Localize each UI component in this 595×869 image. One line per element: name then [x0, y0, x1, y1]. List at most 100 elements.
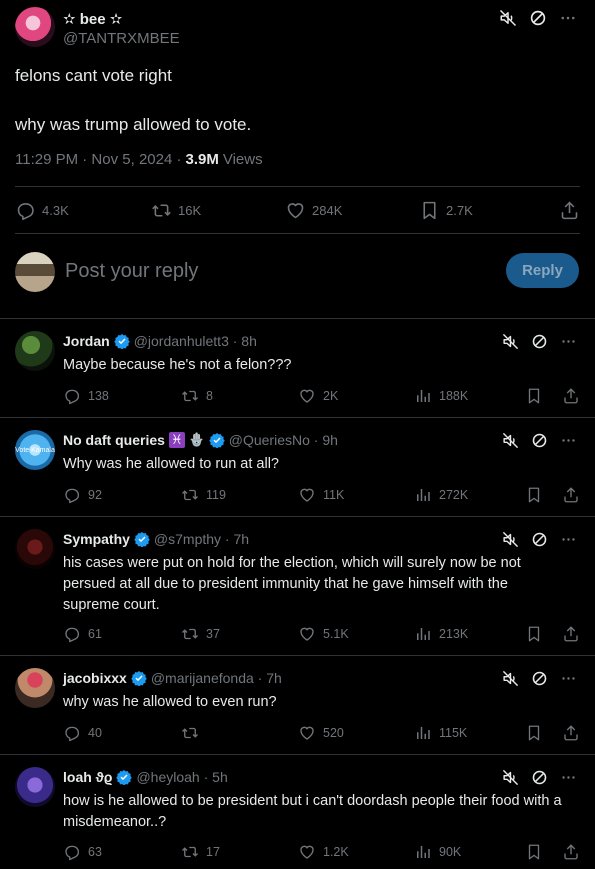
repost-icon [181, 724, 199, 742]
author-display-name[interactable]: ✫ bee ✫ [63, 10, 122, 28]
bookmark-action[interactable] [525, 724, 555, 742]
block-icon[interactable] [529, 9, 547, 27]
repost-icon [151, 200, 172, 221]
repost-action[interactable]: 16K [151, 200, 285, 221]
more-icon[interactable] [560, 670, 577, 687]
share-icon [562, 486, 580, 504]
author-handle[interactable]: @TANTRXMBEE [63, 30, 180, 47]
tweet-timestamp[interactable]: 11:29 PM · Nov 5, 2024 · [15, 151, 181, 168]
block-icon[interactable] [531, 432, 548, 449]
reply-header: No daft queries ♓ 🪬 @QueriesNo · 9h [63, 432, 338, 448]
views-icon [414, 843, 432, 861]
repost-action[interactable]: 37 [181, 625, 298, 643]
repost-action[interactable]: 119 [181, 486, 298, 504]
views-action[interactable]: 272K [414, 486, 525, 504]
like-icon [298, 724, 316, 742]
share-action[interactable] [562, 724, 580, 742]
reply-author-handle[interactable]: @marijanefonda · 7h [151, 670, 282, 686]
reply-count: 138 [88, 389, 109, 403]
repost-action[interactable]: 8 [181, 387, 298, 405]
reply-author-name[interactable]: Sympathy [63, 531, 130, 547]
block-icon[interactable] [531, 670, 548, 687]
reply-author-name[interactable]: jacobixxx [63, 670, 127, 686]
like-action[interactable]: 284K [285, 200, 419, 221]
my-avatar[interactable] [15, 252, 55, 292]
views-count: 115K [439, 726, 468, 740]
bookmark-icon [525, 724, 543, 742]
like-action[interactable]: 5.1K [298, 625, 414, 643]
like-action[interactable]: 2K [298, 387, 414, 405]
avatar[interactable] [15, 767, 55, 807]
avatar[interactable] [15, 668, 55, 708]
bookmark-action[interactable] [525, 843, 555, 861]
bookmark-icon [525, 387, 543, 405]
mute-icon[interactable] [499, 9, 517, 27]
share-action[interactable] [562, 843, 580, 861]
reply-button[interactable]: Reply [506, 253, 579, 288]
mute-icon[interactable] [502, 432, 519, 449]
block-icon[interactable] [531, 531, 548, 548]
repost-action[interactable] [181, 724, 298, 742]
like-action[interactable]: 11K [298, 486, 414, 504]
avatar[interactable] [15, 331, 55, 371]
more-icon[interactable] [560, 531, 577, 548]
share-action[interactable] [562, 387, 580, 405]
reply-author-name[interactable]: No daft queries [63, 432, 165, 448]
reply-action[interactable]: 92 [63, 486, 181, 504]
author-avatar[interactable] [15, 7, 55, 47]
more-icon[interactable] [559, 9, 577, 27]
more-icon[interactable] [560, 432, 577, 449]
more-icon[interactable] [560, 769, 577, 786]
like-icon [298, 625, 316, 643]
reply-header: loah ϑϱ @heyloah · 5h [63, 769, 228, 785]
repost-count: 119 [206, 488, 226, 502]
reply-author-handle[interactable]: @jordanhulett3 · 8h [134, 333, 257, 349]
share-action[interactable] [562, 625, 580, 643]
reply-author-handle[interactable]: @heyloah · 5h [136, 769, 227, 785]
bookmark-icon [525, 843, 543, 861]
views-action[interactable]: 90K [414, 843, 525, 861]
reply-input[interactable]: Post your reply [65, 260, 198, 283]
views-action[interactable]: 188K [414, 387, 525, 405]
reply-action[interactable]: 4.3K [15, 200, 151, 221]
reply-action[interactable]: 61 [63, 625, 181, 643]
repost-icon [181, 625, 199, 643]
reply-author-handle[interactable]: @QueriesNo · 9h [229, 432, 338, 448]
repost-action[interactable]: 17 [181, 843, 298, 861]
mute-icon[interactable] [502, 531, 519, 548]
like-action[interactable]: 520 [298, 724, 414, 742]
reply-icon [15, 200, 36, 221]
bookmark-action[interactable] [525, 625, 555, 643]
bookmark-action[interactable]: 2.7K [419, 200, 555, 221]
like-action[interactable]: 1.2K [298, 843, 414, 861]
avatar[interactable] [15, 529, 55, 569]
like-icon [298, 486, 316, 504]
bookmark-action[interactable] [525, 387, 555, 405]
views-action[interactable]: 213K [414, 625, 525, 643]
reply-author-handle[interactable]: @s7mpthy · 7h [154, 531, 249, 547]
share-action[interactable] [559, 200, 580, 221]
pisces-emoji: ♓ [168, 432, 185, 448]
verified-icon [114, 333, 130, 349]
more-icon[interactable] [560, 333, 577, 350]
block-icon[interactable] [531, 769, 548, 786]
reply-icon [63, 724, 81, 742]
bookmark-action[interactable] [525, 486, 555, 504]
views-action[interactable]: 115K [414, 724, 525, 742]
tweet-text-line-2: why was trump allowed to vote. [15, 115, 252, 134]
reply-author-name[interactable]: loah ϑϱ [63, 769, 112, 785]
reply-author-name[interactable]: Jordan [63, 333, 110, 349]
reply-action[interactable]: 40 [63, 724, 181, 742]
avatar[interactable]: Vote Kamala [15, 430, 55, 470]
like-icon [298, 843, 316, 861]
reply-icon [63, 625, 81, 643]
mute-icon[interactable] [502, 769, 519, 786]
reply-header: jacobixxx @marijanefonda · 7h [63, 670, 282, 686]
block-icon[interactable] [531, 333, 548, 350]
verified-icon [131, 670, 147, 686]
mute-icon[interactable] [502, 670, 519, 687]
mute-icon[interactable] [502, 333, 519, 350]
reply-action[interactable]: 138 [63, 387, 181, 405]
share-action[interactable] [562, 486, 580, 504]
reply-action[interactable]: 63 [63, 843, 181, 861]
